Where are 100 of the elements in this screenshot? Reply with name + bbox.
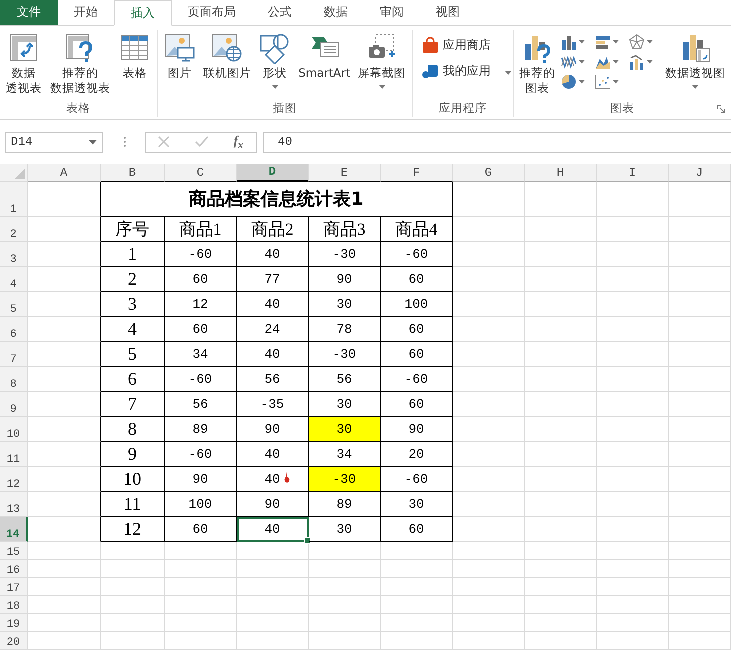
ribbon-tab[interactable]: 插入	[114, 0, 172, 26]
row-header[interactable]: 5	[0, 292, 28, 317]
ribbon-tab[interactable]: 数据	[308, 0, 364, 25]
ribbon-button[interactable]: SmartArt	[296, 30, 353, 81]
table-cell: 9	[101, 442, 165, 467]
store-bag-icon	[421, 36, 439, 54]
button-label: 推荐的	[62, 66, 98, 81]
row-header[interactable]: 18	[0, 596, 28, 614]
ribbon-tab[interactable]: 视图	[420, 0, 476, 25]
ribbon-button[interactable]: 屏幕截图	[356, 30, 408, 89]
column-header[interactable]: B	[101, 164, 165, 182]
fill-handle[interactable]	[304, 537, 311, 544]
table-cell: 78	[309, 317, 381, 342]
column-heading: 商品4	[381, 217, 453, 242]
row-header[interactable]: 12	[0, 467, 28, 492]
table-cell: 60	[381, 342, 453, 367]
row-header[interactable]: 9	[0, 392, 28, 417]
table-cell: 24	[237, 317, 309, 342]
table-cell: -30	[309, 467, 381, 492]
table-cell: 1	[101, 242, 165, 267]
row-header[interactable]: 6	[0, 317, 28, 342]
row-header[interactable]: 1	[0, 182, 28, 217]
table-cell: 60	[381, 517, 453, 542]
row-header[interactable]: 10	[0, 417, 28, 442]
column-header[interactable]: J	[669, 164, 731, 182]
ribbon-tab[interactable]: 文件	[0, 0, 58, 25]
ribbon-button[interactable]: 推荐的 数据透视表	[48, 30, 112, 96]
row-header[interactable]: 2	[0, 217, 28, 242]
column-header[interactable]: A	[28, 164, 101, 182]
table-cell: 89	[309, 492, 381, 517]
button-label: 屏幕截图	[358, 66, 406, 81]
column-heading: 商品2	[237, 217, 309, 242]
column-header[interactable]: G	[453, 164, 525, 182]
online-picture-icon	[211, 32, 244, 64]
table-cell: 40	[237, 292, 309, 317]
button-label: 数据透视表	[50, 81, 110, 96]
check-icon[interactable]	[195, 136, 210, 148]
ribbon-button[interactable]: 联机图片	[201, 30, 254, 81]
table-cell: 11	[101, 492, 165, 517]
ribbon-button[interactable]: 应用商店	[421, 36, 491, 54]
row-header[interactable]: 11	[0, 442, 28, 467]
row-header[interactable]: 20	[0, 632, 28, 650]
table-cell: -30	[309, 342, 381, 367]
ribbon-tab[interactable]: 审阅	[364, 0, 420, 25]
caret-icon[interactable]	[89, 140, 97, 144]
ribbon-button[interactable]: 图片	[162, 30, 198, 81]
combo-chart-icon	[628, 54, 644, 70]
row-header[interactable]: 8	[0, 367, 28, 392]
ribbon-button[interactable]: 形状	[257, 30, 294, 89]
triangle-icon	[15, 169, 25, 179]
column-header[interactable]: E	[309, 164, 381, 182]
ribbon-tab[interactable]: 页面布局	[172, 0, 252, 25]
table-cell: 100	[381, 292, 453, 317]
row-header[interactable]: 15	[0, 542, 28, 560]
column-header[interactable]: D	[237, 164, 309, 182]
row-header[interactable]: 14	[0, 517, 28, 542]
table-cell: 56	[237, 367, 309, 392]
group-label: 插图	[273, 101, 297, 117]
group-label: 图表	[610, 101, 634, 117]
row-header[interactable]: 4	[0, 267, 28, 292]
row-header[interactable]: 17	[0, 578, 28, 596]
table-cell: -60	[381, 467, 453, 492]
column-header[interactable]: I	[597, 164, 669, 182]
ribbon-button[interactable]: 表格	[116, 30, 153, 81]
column-heading: 序号	[101, 217, 165, 242]
ribbon-button[interactable]: 推荐的 图表	[518, 30, 558, 96]
dialog-launcher-icon[interactable]	[717, 105, 725, 113]
caret-icon	[272, 85, 279, 89]
table-cell: 40	[237, 517, 309, 542]
table-cell: 12	[165, 292, 237, 317]
insert-function-button[interactable]: f$_{x}$	[234, 132, 244, 152]
ribbon-tab[interactable]: 开始	[58, 0, 114, 25]
table-cell: 89	[165, 417, 237, 442]
ribbon-button[interactable]: 我的应用	[421, 62, 512, 80]
button-label: 图表	[526, 81, 550, 96]
table-cell: 30	[309, 292, 381, 317]
row-header[interactable]: 7	[0, 342, 28, 367]
row-header[interactable]: 16	[0, 560, 28, 578]
row-header[interactable]: 13	[0, 492, 28, 517]
column-header[interactable]: F	[381, 164, 453, 182]
button-label: 推荐的	[520, 66, 556, 81]
name-box[interactable]: D14	[5, 132, 103, 152]
row-header[interactable]: 19	[0, 614, 28, 632]
table-cell: -60	[165, 367, 237, 392]
ribbon-tab[interactable]: 公式	[252, 0, 308, 25]
scatter-chart-icon	[594, 74, 610, 90]
ribbon-button[interactable]: 数据 透视表	[4, 30, 44, 96]
caret-icon	[612, 60, 618, 64]
row-header[interactable]: 3	[0, 242, 28, 267]
table-cell: 60	[381, 267, 453, 292]
table-cell: -60	[165, 442, 237, 467]
table-cell: 3	[101, 292, 165, 317]
button-label: 数据透视图	[666, 66, 726, 81]
ribbon-button[interactable]: 数据透视图	[664, 30, 728, 89]
column-header[interactable]: H	[525, 164, 597, 182]
table-cell: 56	[309, 367, 381, 392]
formula-input[interactable]: 40	[263, 132, 731, 152]
table-cell: 5	[101, 342, 165, 367]
splitter-icon[interactable]	[123, 135, 127, 149]
column-header[interactable]: C	[165, 164, 237, 182]
